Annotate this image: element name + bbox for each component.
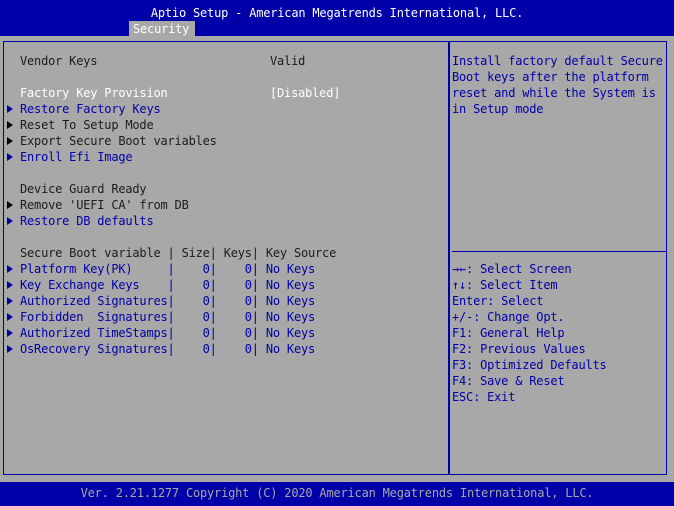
submenu-arrow-icon xyxy=(7,265,13,273)
secure-boot-table-header: Secure Boot variable | Size| Keys| Key S… xyxy=(20,246,337,260)
tab-security[interactable]: Security xyxy=(129,21,195,37)
table-row-key-exchange-keys[interactable]: Key Exchange Keys | 0| 0| No Keys xyxy=(20,277,315,293)
submenu-arrow-icon xyxy=(7,217,13,225)
submenu-arrow-icon xyxy=(7,313,13,321)
restore-db-defaults-item[interactable]: Restore DB defaults xyxy=(20,213,154,229)
submenu-arrow-icon xyxy=(7,153,13,161)
submenu-arrow-icon xyxy=(7,121,13,129)
submenu-arrow-icon xyxy=(7,281,13,289)
submenu-arrow-icon xyxy=(7,345,13,353)
help-description-line: Boot keys after the platform xyxy=(452,70,649,84)
vendor-keys-value: Valid xyxy=(270,54,306,68)
vendor-keys-label: Vendor Keys xyxy=(20,54,98,68)
table-row-authorized-timestamps[interactable]: Authorized TimeStamps| 0| 0| No Keys xyxy=(20,325,315,341)
table-row-platform-key[interactable]: Platform Key(PK) | 0| 0| No Keys xyxy=(20,261,315,277)
table-row-authorized-signatures[interactable]: Authorized Signatures| 0| 0| No Keys xyxy=(20,293,315,309)
factory-key-provision-value[interactable]: [Disabled] xyxy=(270,85,340,101)
export-secure-boot-variables-item[interactable]: Export Secure Boot variables xyxy=(20,133,217,149)
factory-key-provision-label[interactable]: Factory Key Provision xyxy=(20,85,168,101)
help-description-line: in Setup mode xyxy=(452,102,544,116)
help-separator xyxy=(452,251,666,252)
help-key-change-opt: +/-: Change Opt. xyxy=(452,310,565,324)
help-description-line: Install factory default Secure xyxy=(452,54,663,68)
submenu-arrow-icon xyxy=(7,329,13,337)
footer-version: Ver. 2.21.1277 Copyright (C) 2020 Americ… xyxy=(80,486,594,500)
help-description-line: reset and while the System is xyxy=(452,86,656,100)
submenu-arrow-icon xyxy=(7,201,13,209)
frame-divider xyxy=(448,41,450,475)
device-guard-ready-label: Device Guard Ready xyxy=(20,182,147,196)
table-row-forbidden-signatures[interactable]: Forbidden Signatures| 0| 0| No Keys xyxy=(20,309,315,325)
help-key-exit: ESC: Exit xyxy=(452,390,516,404)
app-title: Aptio Setup - American Megatrends Intern… xyxy=(150,6,524,20)
help-key-save-reset: F4: Save & Reset xyxy=(452,374,565,388)
help-key-select-item: ↑↓: Select Item xyxy=(452,278,558,292)
reset-to-setup-mode-item[interactable]: Reset To Setup Mode xyxy=(20,117,154,133)
submenu-arrow-icon xyxy=(7,297,13,305)
help-key-previous-values: F2: Previous Values xyxy=(452,342,586,356)
enroll-efi-image-item[interactable]: Enroll Efi Image xyxy=(20,149,133,165)
submenu-arrow-icon xyxy=(7,105,13,113)
help-key-optimized-defaults: F3: Optimized Defaults xyxy=(452,358,607,372)
help-key-enter: Enter: Select xyxy=(452,294,544,308)
help-key-select-screen: →←: Select Screen xyxy=(452,262,572,276)
remove-uefi-ca-item[interactable]: Remove 'UEFI CA' from DB xyxy=(20,197,189,213)
submenu-arrow-icon xyxy=(7,137,13,145)
restore-factory-keys-item[interactable]: Restore Factory Keys xyxy=(20,101,161,117)
help-key-general-help: F1: General Help xyxy=(452,326,565,340)
table-row-osrecovery-signatures[interactable]: OsRecovery Signatures| 0| 0| No Keys xyxy=(20,341,315,357)
